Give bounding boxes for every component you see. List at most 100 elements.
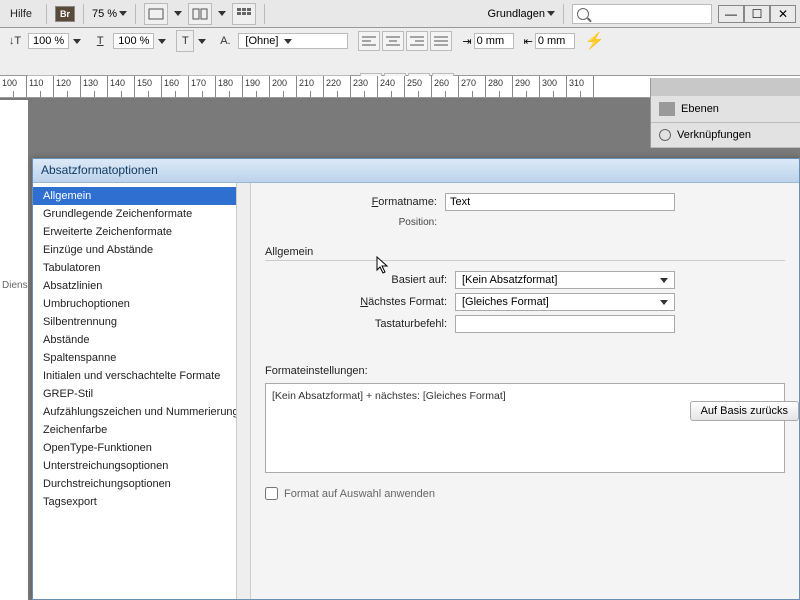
chevron-down-icon[interactable] [218,11,226,16]
search-input[interactable] [593,8,693,20]
dialog-title: Absatzformatoptionen [33,159,799,183]
ruler-tick: 230 [351,76,378,97]
quick-apply-icon[interactable]: ⚡ [585,31,605,51]
category-item[interactable]: Unterstreichungsoptionen [33,457,250,475]
ruler-tick: 190 [243,76,270,97]
ruler-tick: 140 [108,76,135,97]
ruler-tick: 120 [54,76,81,97]
category-item[interactable]: Spaltenspanne [33,349,250,367]
ruler-tick: 240 [378,76,405,97]
search-icon [577,8,589,20]
category-item[interactable]: Einzüge und Abstände [33,241,250,259]
chevron-down-icon[interactable] [158,39,166,44]
based-on-dropdown[interactable]: [Kein Absatzformat] [455,271,675,289]
control-toolbar: ↓T 100 % T 100 % T A. [Ohne] ⇥ ⇤ ⚡ Aª 0 … [0,28,800,76]
category-item[interactable]: Durchstreichungsoptionen [33,475,250,493]
category-item[interactable]: Tagsexport [33,493,250,511]
ruler-tick: 180 [216,76,243,97]
scrollbar[interactable] [236,183,250,599]
next-format-label: Nächstes Format: [265,296,455,308]
indent-left-field[interactable]: ⇥ [462,33,513,49]
horiz-scale-icon: ↓T [6,30,24,52]
apply-to-selection-label: Format auf Auswahl anwenden [284,488,435,500]
close-button[interactable]: ✕ [770,5,796,23]
zoom-dropdown[interactable]: 75 % [92,8,127,20]
screen-mode-icon[interactable] [144,3,168,25]
category-item[interactable]: Abstände [33,331,250,349]
category-item[interactable]: Allgemein [33,187,250,205]
category-item[interactable]: Zeichenfarbe [33,421,250,439]
chevron-down-icon [660,300,668,305]
category-item[interactable]: GREP-Stil [33,385,250,403]
chevron-down-icon [119,11,127,16]
bridge-icon[interactable]: Br [55,6,75,22]
indent-icon: ⇥ [462,35,471,48]
char-style-dropdown[interactable]: [Ohne] [238,33,348,49]
panel-label: Ebenen [681,103,719,115]
chevron-down-icon [284,39,292,44]
category-item[interactable]: Grundlegende Zeichenformate [33,205,250,223]
ruler-tick: 280 [486,76,513,97]
ruler-tick: 250 [405,76,432,97]
category-list[interactable]: AllgemeinGrundlegende ZeichenformateErwe… [33,183,251,599]
formatname-label: FFormatname:ormatname: [265,196,445,208]
indent-right-field[interactable]: ⇤ [524,33,575,49]
right-panel-dock: Ebenen Verknüpfungen [650,78,800,148]
horiz-scale-field[interactable]: 100 % [28,33,69,49]
arrange-icon[interactable] [188,3,212,25]
ruler-tick: 100 [0,76,27,97]
apply-to-selection-checkbox[interactable] [265,487,278,500]
grid-icon[interactable] [232,3,256,25]
reset-to-base-button[interactable]: Auf Basis zurücks [690,401,799,421]
search-box[interactable] [572,4,712,24]
ruler-tick: 110 [27,76,54,97]
category-item[interactable]: Umbruchoptionen [33,295,250,313]
ruler-tick: 290 [513,76,540,97]
chevron-down-icon[interactable] [174,11,182,16]
chevron-down-icon[interactable] [73,39,81,44]
indent-left-input[interactable] [474,33,514,49]
section-heading: Allgemein [265,246,785,261]
category-item[interactable]: Initialen und verschachtelte Formate [33,367,250,385]
panel-links[interactable]: Verknüpfungen [651,123,800,148]
category-item[interactable]: Aufzählungszeichen und Nummerierung [33,403,250,421]
category-item[interactable]: Silbentrennung [33,313,250,331]
category-item[interactable]: Erweiterte Zeichenformate [33,223,250,241]
category-item[interactable]: Absatzlinien [33,277,250,295]
panel-layers[interactable]: Ebenen [651,96,800,123]
align-center-button[interactable] [382,31,404,51]
paragraph-style-options-dialog: Absatzformatoptionen AllgemeinGrundlegen… [32,158,800,600]
ruler-tick: 300 [540,76,567,97]
indent-right-input[interactable] [535,33,575,49]
ruler-tick: 150 [135,76,162,97]
help-menu[interactable]: Hilfe [4,6,38,22]
category-item[interactable]: Tabulatoren [33,259,250,277]
based-on-label: Basiert auf: [265,274,455,286]
alignment-group [358,31,452,51]
align-right-button[interactable] [406,31,428,51]
top-menu-bar: Hilfe Br 75 % Grundlagen — ☐ ✕ [0,0,800,28]
next-format-dropdown[interactable]: [Gleiches Format] [455,293,675,311]
dialog-content: FFormatname:ormatname: Position: Allgeme… [251,183,799,599]
zoom-value: 75 % [92,8,117,20]
workspace-dropdown[interactable]: Grundlagen [488,8,556,20]
minimize-button[interactable]: — [718,5,744,23]
maximize-button[interactable]: ☐ [744,5,770,23]
formatname-input[interactable] [445,193,675,211]
vert-scale-field[interactable]: 100 % [113,33,154,49]
category-item[interactable]: OpenType-Funktionen [33,439,250,457]
ruler-tick: 160 [162,76,189,97]
chevron-down-icon[interactable] [198,39,206,44]
align-left-button[interactable] [358,31,380,51]
char-icon[interactable]: T [176,30,194,52]
settings-summary-box: [Kein Absatzformat] + nächstes: [Gleiche… [265,383,785,473]
ruler-tick: 220 [324,76,351,97]
indent-icon: ⇤ [524,35,533,48]
links-icon [659,129,671,141]
shortcut-input[interactable] [455,315,675,333]
panel-grip[interactable] [651,78,800,96]
char-style-icon: A. [216,30,234,52]
ruler-tick: 200 [270,76,297,97]
ruler-tick: 260 [432,76,459,97]
justify-button[interactable] [430,31,452,51]
